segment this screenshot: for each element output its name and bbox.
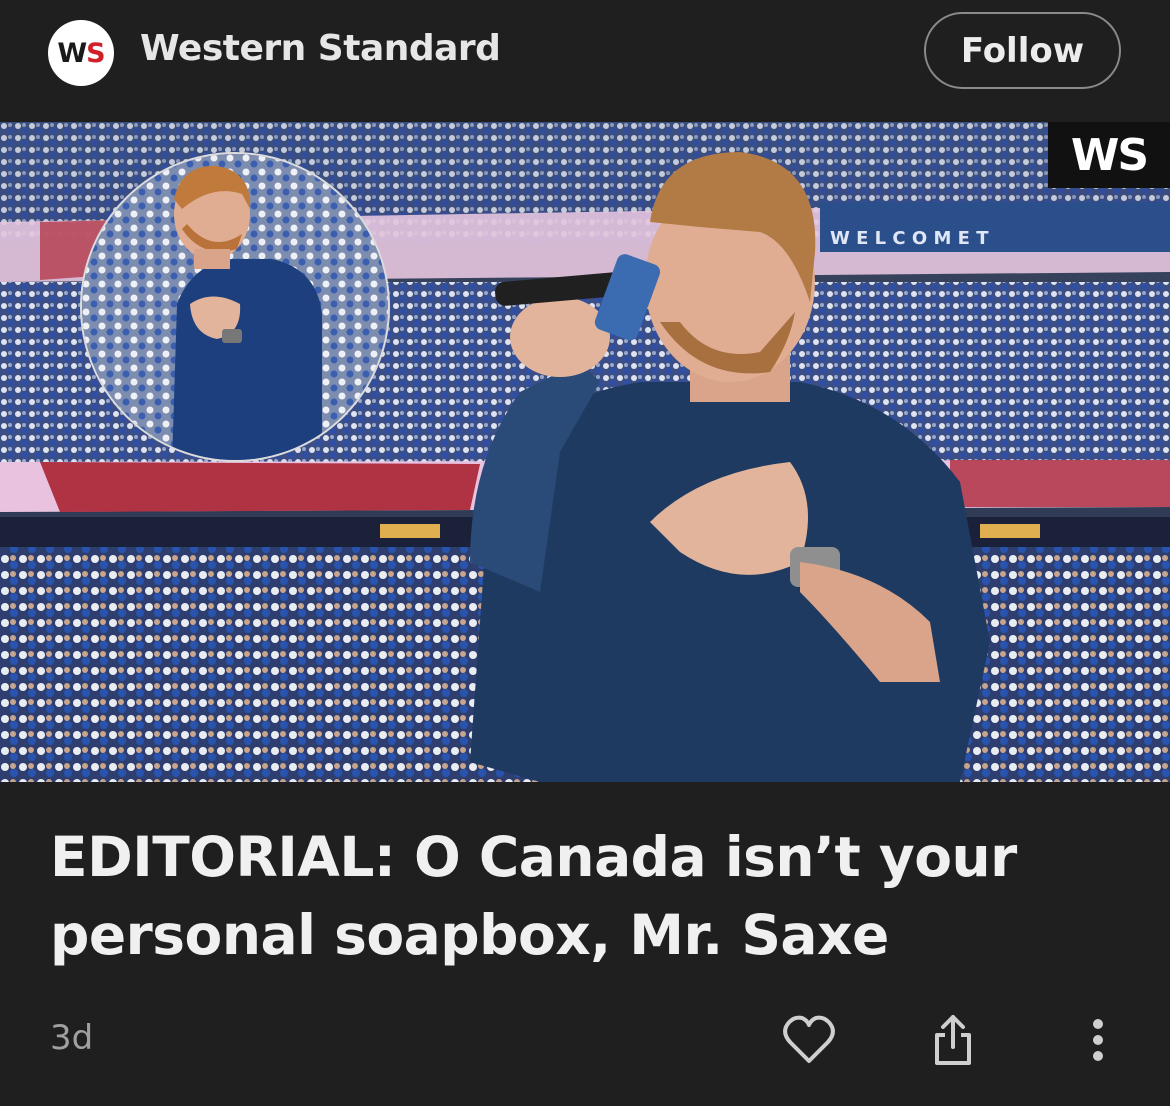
share-button[interactable] [923,1010,983,1070]
more-options-button[interactable] [1068,1010,1128,1070]
inset-portrait-circle [80,152,390,462]
share-icon [935,1015,971,1065]
more-vertical-icon [1093,1019,1103,1061]
heart-icon [783,1015,835,1063]
ws-watermark-badge: WS [1048,122,1170,188]
publisher-logo[interactable]: WS [48,20,114,86]
article-hero-image[interactable]: W E L C O M E T WS [0,122,1170,782]
logo-letter-w: W [57,37,87,69]
article-headline[interactable]: EDITORIAL: O Canada isn’t your personal … [50,818,1130,974]
publisher-header: WS Western Standard Follow [0,0,1170,122]
follow-button[interactable]: Follow [924,12,1121,89]
inset-portrait-photo [82,154,388,460]
article-age: 3d [50,1018,94,1058]
logo-letter-s: S [86,37,105,69]
like-button[interactable] [779,1010,839,1070]
publisher-name[interactable]: Western Standard [140,28,501,69]
welcome-banner-text: W E L C O M E T [830,228,989,249]
